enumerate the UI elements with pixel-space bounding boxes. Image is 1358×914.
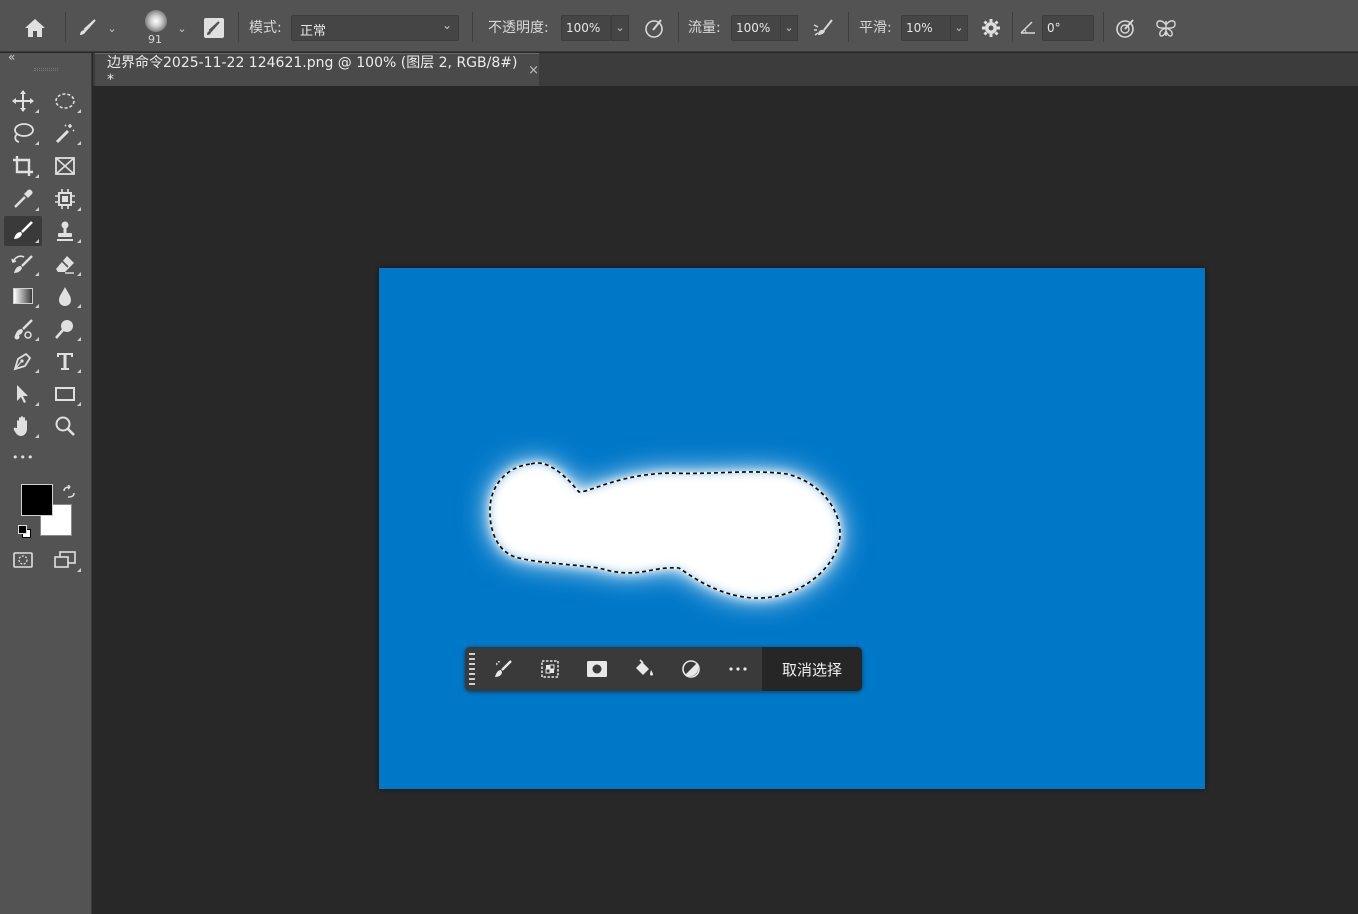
pen-tool[interactable] (4, 346, 42, 376)
home-icon[interactable] (20, 14, 50, 42)
swap-colors-icon[interactable] (62, 484, 76, 498)
brush-settings-panel-icon[interactable] (201, 15, 227, 41)
dodge-tool[interactable] (46, 314, 84, 344)
pressure-opacity-icon[interactable] (641, 15, 667, 41)
angle-icon (1018, 17, 1038, 37)
opacity-field[interactable]: 100% (561, 15, 611, 41)
select-subject-icon[interactable] (526, 647, 573, 691)
chip-select-tool[interactable] (46, 184, 84, 214)
rectangle-tool[interactable] (46, 379, 84, 409)
options-bar: ⌄ 91 ⌄ 模式: 正常 ⌄ 不透明度: 100% ⌄ 流量: 100% ⌄ … (0, 0, 1358, 52)
document-canvas[interactable] (379, 268, 1205, 789)
opacity-dropdown-toggle[interactable]: ⌄ (611, 15, 629, 41)
blend-mode-value: 正常 (300, 24, 327, 39)
mixer-brush-tool[interactable] (4, 314, 42, 344)
drag-handle[interactable] (465, 647, 479, 691)
move-tool[interactable] (4, 86, 42, 116)
elliptical-marquee-tool[interactable] (46, 86, 84, 116)
chevron-down-icon: ⌄ (441, 18, 452, 32)
modify-selection-brush-icon[interactable] (479, 647, 526, 691)
smoothing-label: 平滑: (859, 20, 892, 36)
gradient-tool[interactable] (4, 281, 42, 311)
smoothing-field[interactable]: 10% (901, 15, 951, 41)
document-tab[interactable]: 边界命令2025-11-22 124621.png @ 100% (图层 2, … (95, 53, 539, 88)
mode-label: 模式: (249, 20, 282, 36)
eraser-tool[interactable] (46, 249, 84, 279)
chevron-down-icon[interactable]: ⌄ (104, 18, 120, 38)
zoom-tool[interactable] (46, 411, 84, 441)
path-selection-tool[interactable] (4, 379, 42, 409)
symmetry-butterfly-icon[interactable] (1152, 15, 1180, 41)
angle-field[interactable]: 0° (1042, 15, 1094, 41)
create-mask-icon[interactable] (573, 647, 620, 691)
magic-wand-tool[interactable] (46, 118, 84, 148)
blend-mode-dropdown[interactable]: 正常 ⌄ (291, 15, 459, 41)
more-options-icon[interactable] (714, 647, 761, 691)
panel-grip[interactable] (34, 68, 58, 71)
eyedropper-tool[interactable] (4, 184, 42, 214)
screen-mode-icon[interactable] (46, 545, 84, 575)
more-tools-button[interactable]: ••• (12, 451, 34, 464)
lasso-tool[interactable] (4, 118, 42, 148)
smoothing-dropdown-toggle[interactable]: ⌄ (950, 15, 968, 41)
adjustment-layer-icon[interactable] (667, 647, 714, 691)
blur-tool[interactable] (46, 281, 84, 311)
document-tab-title: 边界命令2025-11-22 124621.png @ 100% (图层 2, … (107, 55, 518, 88)
gear-icon[interactable] (978, 15, 1004, 41)
deselect-button[interactable]: 取消选择 (762, 647, 862, 691)
flow-label: 流量: (688, 20, 721, 36)
history-brush-tool[interactable] (4, 249, 42, 279)
default-colors-icon[interactable] (18, 525, 32, 539)
crop-tool[interactable] (4, 151, 42, 181)
brush-size-label: 91 (148, 33, 162, 46)
foreground-color-swatch[interactable] (21, 484, 53, 516)
airbrush-icon[interactable] (810, 15, 838, 41)
quick-mask-icon[interactable] (4, 545, 42, 575)
close-icon[interactable]: × (528, 63, 539, 78)
opacity-label: 不透明度: (488, 20, 549, 36)
fill-bucket-icon[interactable] (620, 647, 667, 691)
type-tool[interactable] (46, 346, 84, 376)
tools-panel: « ••• (0, 50, 92, 914)
contextual-task-bar: 取消选择 (465, 647, 862, 691)
brush-preset-icon[interactable] (74, 14, 100, 42)
pressure-size-icon[interactable] (1112, 15, 1138, 41)
document-tab-bar: 边界命令2025-11-22 124621.png @ 100% (图层 2, … (93, 53, 1358, 88)
brush-tip-preview[interactable] (141, 6, 171, 36)
flow-dropdown-toggle[interactable]: ⌄ (780, 15, 798, 41)
collapse-panel-button[interactable]: « (8, 50, 15, 64)
chevron-down-icon[interactable]: ⌄ (174, 18, 190, 38)
canvas-artwork (379, 268, 1205, 789)
hand-tool[interactable] (4, 411, 42, 441)
flow-field[interactable]: 100% (731, 15, 781, 41)
frame-tool[interactable] (46, 151, 84, 181)
clone-stamp-tool[interactable] (46, 216, 84, 246)
brush-tool[interactable] (4, 216, 42, 246)
